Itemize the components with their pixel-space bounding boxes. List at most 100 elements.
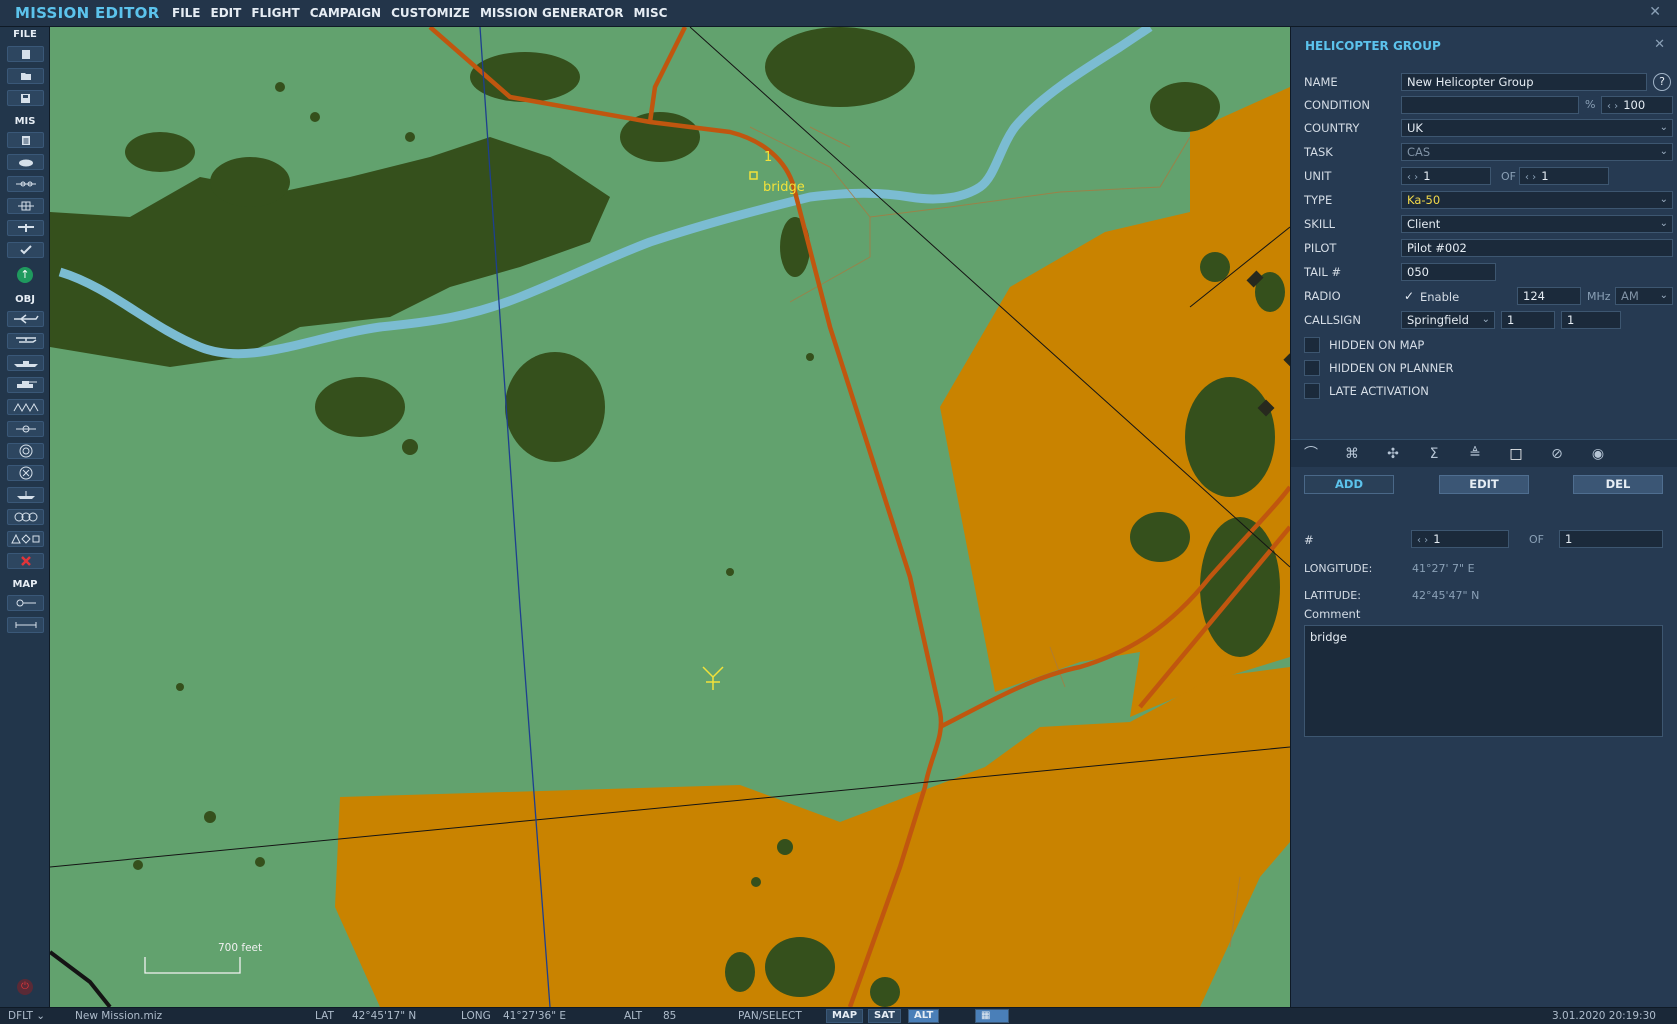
scale-bar: [144, 957, 241, 974]
radio-enable-checkbox[interactable]: ✓: [1401, 288, 1417, 304]
radio-modulation-select[interactable]: AM ⌄: [1615, 287, 1673, 305]
resource-manager-icon[interactable]: [7, 198, 44, 214]
mission-datetime: 3.01.2020 20:19:30: [1552, 1010, 1656, 1022]
stepper-arrows-icon[interactable]: ‹ ›: [1525, 172, 1536, 183]
add-vehicle-icon[interactable]: [7, 377, 44, 393]
radio-enable-label: Enable: [1420, 290, 1460, 304]
add-helicopter-icon[interactable]: [7, 333, 44, 349]
briefing-icon[interactable]: [7, 132, 44, 148]
condition-percent-stepper[interactable]: ‹ › 100: [1601, 96, 1673, 114]
add-point-icon[interactable]: [7, 421, 44, 437]
condition-field[interactable]: [1401, 96, 1579, 114]
menu-mission-generator[interactable]: MISSION GENERATOR: [480, 6, 624, 20]
sat-mode-button[interactable]: SAT: [868, 1009, 901, 1023]
stepper-arrows-icon[interactable]: ‹ ›: [1607, 101, 1618, 112]
toolbar-section-mis: MIS: [14, 116, 36, 127]
menu-campaign[interactable]: CAMPAIGN: [310, 6, 381, 20]
callsign-number-1-field[interactable]: 1: [1501, 311, 1555, 329]
add-static-icon[interactable]: [7, 399, 44, 415]
task-select[interactable]: CAS ⌄: [1401, 143, 1673, 161]
menu-edit[interactable]: EDIT: [211, 6, 242, 20]
left-toolbar: FILE MIS ↑ OBJ MAP ⏻: [0, 27, 50, 1007]
failures-tab-icon[interactable]: ⊘: [1549, 446, 1565, 462]
exit-icon[interactable]: ⏻: [17, 979, 33, 995]
unit-stepper[interactable]: ‹ › 1: [1401, 167, 1491, 185]
stepper-arrows-icon[interactable]: ‹ ›: [1407, 172, 1418, 183]
help-icon[interactable]: ?: [1653, 73, 1671, 91]
panel-close-icon[interactable]: ✕: [1654, 37, 1665, 52]
edit-button[interactable]: EDIT: [1439, 475, 1529, 494]
add-zone-icon[interactable]: [7, 443, 44, 459]
map-mode-button[interactable]: MAP: [826, 1009, 864, 1023]
radio-tab-icon[interactable]: ◉: [1590, 446, 1606, 462]
alt-value: 85: [663, 1010, 677, 1022]
hidden-on-map-label: HIDDEN ON MAP: [1329, 338, 1425, 352]
del-button[interactable]: DEL: [1573, 475, 1663, 494]
actions-tab-icon[interactable]: ✣: [1385, 446, 1401, 462]
stepper-arrows-icon[interactable]: ‹ ›: [1417, 535, 1428, 546]
condition-percent-value: 100: [1623, 98, 1646, 112]
unit-value: 1: [1423, 169, 1431, 183]
profile-select[interactable]: DFLT ⌄: [8, 1010, 45, 1022]
delete-object-icon[interactable]: [7, 553, 44, 569]
add-button[interactable]: ADD: [1304, 475, 1394, 494]
triggers-icon[interactable]: [7, 176, 44, 192]
menu-customize[interactable]: CUSTOMIZE: [391, 6, 470, 20]
mode-indicator: PAN/SELECT: [738, 1010, 802, 1022]
callsign-number-2-field[interactable]: 1: [1561, 311, 1621, 329]
add-carrier-icon[interactable]: [7, 487, 44, 503]
skill-label: SKILL: [1304, 217, 1336, 231]
alt-mode-button[interactable]: ALT: [908, 1009, 940, 1023]
close-window-icon[interactable]: ✕: [1649, 4, 1661, 20]
waypoint-tab-icon[interactable]: □: [1508, 446, 1524, 462]
add-template-icon[interactable]: [7, 509, 44, 525]
check-mission-icon[interactable]: [7, 242, 44, 258]
map-canvas[interactable]: 1 bridge 700 feet: [50, 27, 1290, 1007]
type-select[interactable]: Ka-50 ⌄: [1401, 191, 1673, 209]
unit-label: UNIT: [1304, 169, 1332, 183]
add-plane-icon[interactable]: [7, 311, 44, 327]
condition-label: CONDITION: [1304, 98, 1371, 112]
waypoint-total-field[interactable]: 1: [1559, 530, 1663, 548]
task-label: TASK: [1304, 145, 1333, 159]
new-file-icon[interactable]: [7, 46, 44, 62]
helicopter-group-marker: [702, 666, 724, 690]
menu-misc[interactable]: MISC: [634, 6, 668, 20]
callsign-select[interactable]: Springfield ⌄: [1401, 311, 1495, 329]
radio-unit: MHz: [1587, 290, 1611, 303]
summary-tab-icon[interactable]: Σ: [1426, 446, 1442, 462]
map-layers-icon[interactable]: ▦: [975, 1009, 1009, 1023]
waypoint-index-stepper[interactable]: ‹ › 1: [1411, 530, 1509, 548]
type-value: Ka-50: [1407, 193, 1441, 207]
add-ship-icon[interactable]: [7, 355, 44, 371]
waypoint-index-value: 1: [1433, 532, 1441, 546]
remove-zone-icon[interactable]: [7, 465, 44, 481]
map-view[interactable]: 1 bridge 700 feet: [50, 27, 1290, 1007]
ruler-icon[interactable]: [7, 617, 44, 633]
draw-shapes-icon[interactable]: [7, 531, 44, 547]
payload-tab-icon[interactable]: ≜: [1467, 446, 1483, 462]
skill-select[interactable]: Client ⌄: [1401, 215, 1673, 233]
menu-file[interactable]: FILE: [172, 6, 201, 20]
unit-total-stepper[interactable]: ‹ › 1: [1519, 167, 1609, 185]
fly-mission-icon[interactable]: ↑: [17, 267, 33, 283]
weather-icon[interactable]: [7, 154, 44, 170]
hidden-on-planner-checkbox[interactable]: [1304, 360, 1320, 376]
goals-icon[interactable]: [7, 220, 44, 236]
map-options-icon[interactable]: [7, 595, 44, 611]
country-select[interactable]: UK ⌄: [1401, 119, 1673, 137]
save-file-icon[interactable]: [7, 90, 44, 106]
route-tab-icon[interactable]: ⌒: [1303, 446, 1319, 462]
comment-textarea[interactable]: bridge: [1304, 625, 1663, 737]
callsign-value: Springfield: [1407, 313, 1469, 327]
late-activation-checkbox[interactable]: [1304, 383, 1320, 399]
targets-tab-icon[interactable]: ⌘: [1344, 446, 1360, 462]
open-file-icon[interactable]: [7, 68, 44, 84]
menu-flight[interactable]: FLIGHT: [251, 6, 299, 20]
pilot-field[interactable]: Pilot #002: [1401, 239, 1673, 257]
hidden-on-map-checkbox[interactable]: [1304, 337, 1320, 353]
tail-number-field[interactable]: 050: [1401, 263, 1496, 281]
chevron-down-icon: ⌄: [1659, 194, 1668, 205]
name-field[interactable]: New Helicopter Group: [1401, 73, 1647, 91]
radio-frequency-field[interactable]: 124: [1517, 287, 1581, 305]
